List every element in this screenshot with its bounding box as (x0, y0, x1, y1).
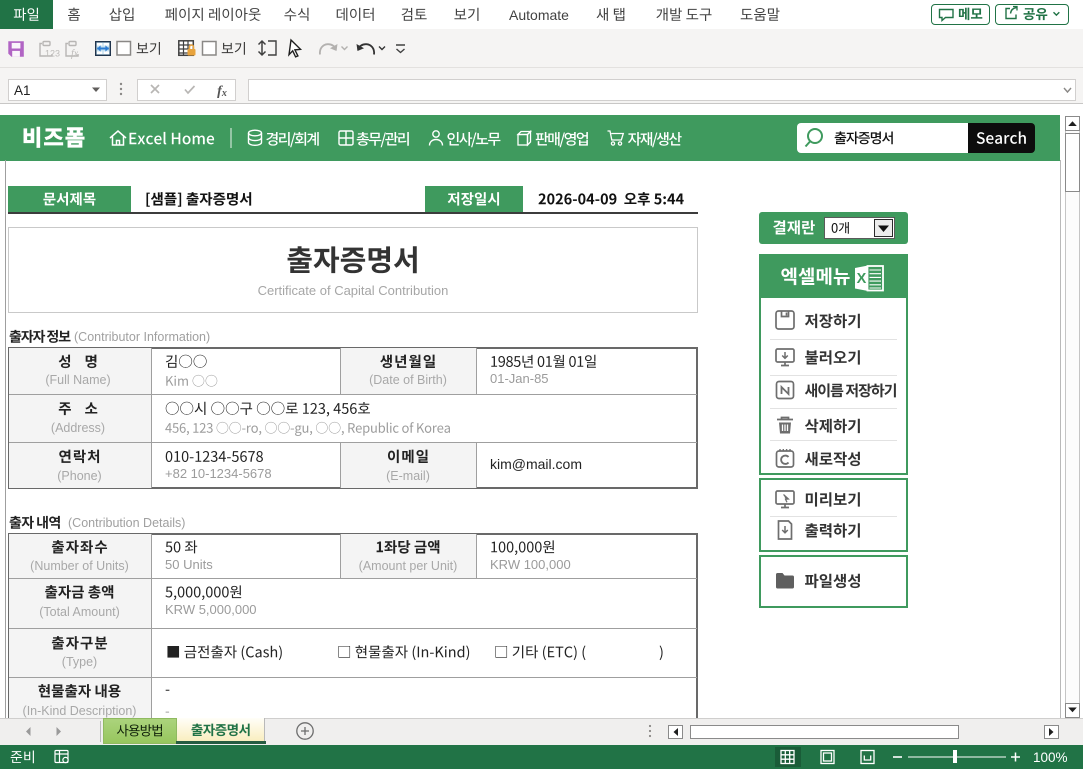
svg-text:X: X (857, 271, 867, 287)
svg-text:123: 123 (45, 49, 60, 59)
svg-text:fx: fx (217, 84, 227, 99)
svg-text:fx: fx (71, 49, 79, 60)
